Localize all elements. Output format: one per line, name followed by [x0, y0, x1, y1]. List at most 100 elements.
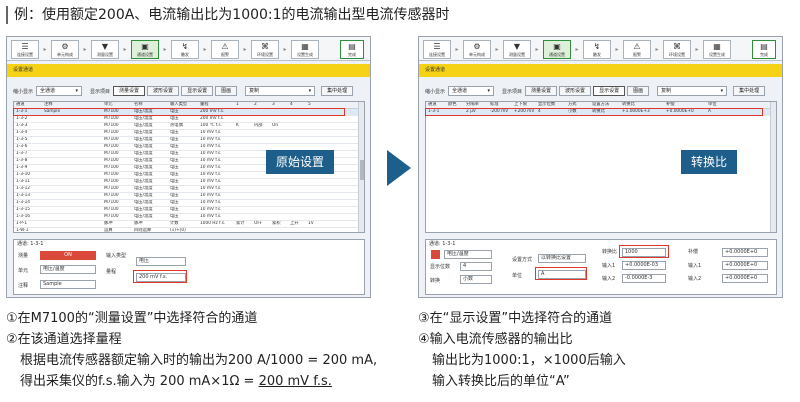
- table-cell: [42, 214, 102, 220]
- toolbar-button-trigger[interactable]: ↯ 触发: [171, 40, 199, 59]
- table-cell: 1-3-2: [16, 116, 28, 121]
- tab-measure-settings[interactable]: 测量设置: [525, 86, 558, 96]
- table-row[interactable]: 1-3-14 M7100 电压/温度 电压 10 mV f.s.: [14, 200, 364, 207]
- table-row[interactable]: 1-3-16 M7100 电压/温度 电压 10 mV f.s.: [14, 214, 364, 221]
- input2-field[interactable]: -0.0000E-3: [622, 274, 666, 283]
- done-button[interactable]: ▤ 完成: [340, 40, 364, 59]
- toolbar-button-connection-settings[interactable]: ☰ 连接设置: [11, 40, 39, 59]
- arrow-right-small-icon: ▸: [163, 46, 167, 53]
- toolbar-button-label: 单元构成: [57, 52, 73, 57]
- scrollbar[interactable]: [358, 102, 364, 232]
- table-cell: 内部: [254, 123, 263, 128]
- input-type-select[interactable]: 电压: [136, 257, 186, 266]
- tab-display-settings[interactable]: 显示设置: [181, 86, 214, 96]
- unit-field: 电压/温度: [444, 250, 492, 259]
- table-row[interactable]: 1-W-1 运算 四则运算 (1)+(0): [14, 228, 364, 232]
- output1-field[interactable]: +0.0000E+0: [722, 261, 768, 270]
- table-row[interactable]: 1-3-3 M7100 电压/温度 热电偶 100 ℃ f.s. K 内部 On: [14, 123, 364, 130]
- toolbar-button-create-settings[interactable]: ▦ 设置生成: [703, 40, 731, 59]
- toolbar-button-environment-settings[interactable]: ⌘ 环境设置: [663, 40, 691, 59]
- table-cell: 电压: [170, 165, 179, 170]
- table-cell: [234, 214, 252, 220]
- tab-waveform-settings[interactable]: 波形设置: [559, 86, 592, 96]
- table-row[interactable]: 1-3-2 M7100 电压/温度 电压 200 mV f.s.: [14, 116, 364, 123]
- arrow-right-small-icon: ▸: [495, 46, 499, 53]
- table-cell: M7100: [104, 116, 119, 121]
- batch-process-button[interactable]: 集中处理: [321, 86, 354, 96]
- table-cell: 100 ℃ f.s.: [200, 123, 222, 128]
- tab-waveform-settings[interactable]: 波形设置: [147, 86, 180, 96]
- table-cell: On: [272, 123, 279, 128]
- convert-select[interactable]: 小数: [460, 275, 492, 284]
- tab-drawing[interactable]: 图画: [215, 86, 238, 96]
- digits-stepper[interactable]: 4: [460, 262, 492, 271]
- measure-toggle-button[interactable]: [431, 250, 440, 259]
- table-cell: 电压/温度: [134, 200, 153, 205]
- toolbar-button-unit-config[interactable]: ⚙ 单元构成: [51, 40, 79, 59]
- table-row[interactable]: 1-3-15 M7100 电压/温度 电压 10 mV f.s.: [14, 207, 364, 214]
- toolbar-button-measure-settings[interactable]: ▼ 测量设置: [91, 40, 119, 59]
- table-cell: [234, 186, 252, 192]
- tab-display-settings[interactable]: 显示设置: [593, 86, 626, 96]
- toolbar-button-environment-settings[interactable]: ⌘ 环境设置: [251, 40, 279, 59]
- table-cell: 1-3-8: [16, 158, 28, 163]
- measure-toggle-button[interactable]: ON: [40, 251, 96, 260]
- generate-icon: ▦: [713, 42, 721, 51]
- method-select[interactable]: 以转换比设置: [538, 254, 586, 263]
- table-cell: M7100: [104, 130, 119, 135]
- scrollbar[interactable]: [770, 102, 776, 232]
- toolbar-button-trigger[interactable]: ↯ 触发: [583, 40, 611, 59]
- tab-measure-settings[interactable]: 测量设置: [113, 86, 146, 96]
- input1-field[interactable]: +0.0000E-03: [622, 261, 666, 270]
- done-button[interactable]: ▤ 完成: [752, 40, 776, 59]
- table-cell: [42, 144, 102, 150]
- table-cell: [270, 179, 288, 185]
- toolbar-button-channel-settings[interactable]: ▣ 通道设置: [131, 40, 159, 59]
- table-cell: 电压/温度: [134, 158, 153, 163]
- table-row[interactable]: 1-3-4 M7100 电压/温度 电压 10 mV f.s.: [14, 130, 364, 137]
- table-cell: [252, 214, 270, 220]
- table-cell: [42, 193, 102, 199]
- highlight-selected-row: [13, 108, 345, 116]
- copy-select[interactable]: 复制 ▾: [245, 86, 316, 96]
- table-cell: [234, 116, 252, 122]
- table-cell: 10 mV f.s.: [200, 214, 222, 219]
- measure-label: 测量: [18, 253, 29, 259]
- toolbar-button-create-settings[interactable]: ▦ 设置生成: [291, 40, 319, 59]
- scrollbar-thumb[interactable]: [360, 160, 364, 180]
- table-cell: [42, 137, 102, 143]
- table-row[interactable]: 1-P-1 脉冲 脉冲 计数 1000 Hz f.s. 累计 OFF 累积 上升 1V: [14, 221, 364, 228]
- toolbar-button-measure-settings[interactable]: ▼ 测量设置: [503, 40, 531, 59]
- tab-drawing[interactable]: 图画: [627, 86, 650, 96]
- note-field[interactable]: Sample: [40, 280, 96, 289]
- toolbar-button-connection-settings[interactable]: ☰ 连接设置: [423, 40, 451, 59]
- table-row[interactable]: 1-3-5 M7100 电压/温度 电压 10 mV f.s.: [14, 137, 364, 144]
- table-row[interactable]: 1-3-12 M7100 电压/温度 电压 10 mV f.s.: [14, 186, 364, 193]
- generate-icon: ▦: [301, 42, 309, 51]
- display-filter-select[interactable]: 全通道 ▾: [448, 86, 495, 96]
- toolbar-button-alarm[interactable]: ⚠ 报警: [211, 40, 239, 59]
- table-cell: [288, 200, 306, 206]
- table-row[interactable]: 1-3-13 M7100 电压/温度 电压 10 mV f.s.: [14, 193, 364, 200]
- toolbar-button-channel-settings[interactable]: ▣ 通道设置: [543, 40, 571, 59]
- table-cell: [252, 228, 270, 232]
- caption-step-2-detail-1: 根据电流传感器额定输入时的输出为200 A/1000 = 200 mA,: [20, 353, 378, 368]
- toolbar-button-alarm[interactable]: ⚠ 报警: [623, 40, 651, 59]
- offset-input[interactable]: +0.0000E+0: [722, 248, 768, 257]
- display-filter-select[interactable]: 全通道 ▾: [36, 86, 83, 96]
- done-button-label: 完成: [348, 52, 356, 57]
- alarm-icon: ⚠: [633, 42, 641, 51]
- toolbar-button-label: 报警: [221, 52, 229, 57]
- batch-process-button[interactable]: 集中处理: [733, 86, 766, 96]
- table-cell: [42, 165, 102, 171]
- toolbar-button-unit-config[interactable]: ⚙ 单元构成: [463, 40, 491, 59]
- toolbar-button-label: 单元构成: [469, 52, 485, 57]
- highlight-range: [133, 270, 187, 283]
- table-row[interactable]: 1-3-11 M7100 电压/温度 电压 10 mV f.s.: [14, 179, 364, 186]
- toolbar-button-label: 测量设置: [97, 52, 113, 57]
- table-cell: [288, 186, 306, 192]
- table-cell: [234, 151, 252, 157]
- output2-field[interactable]: +0.0000E+0: [722, 274, 768, 283]
- display-items-label: 显示项目: [90, 88, 111, 95]
- copy-select[interactable]: 复制 ▾: [657, 86, 728, 96]
